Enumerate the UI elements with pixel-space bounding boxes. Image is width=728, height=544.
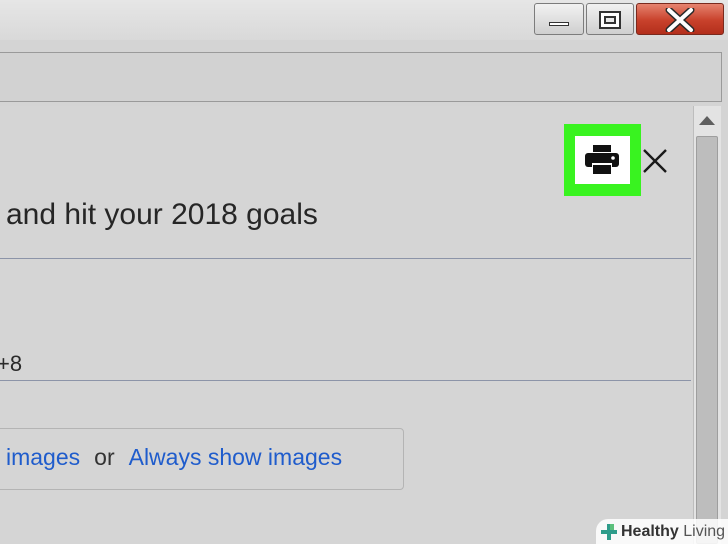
close-icon <box>665 8 695 32</box>
divider <box>0 258 691 259</box>
browser-toolbar <box>0 52 722 102</box>
watermark: Healthy Living <box>596 519 728 544</box>
printer-icon <box>585 145 619 175</box>
print-button[interactable] <box>575 136 630 184</box>
scroll-thumb[interactable] <box>696 136 718 544</box>
minimize-button[interactable] <box>534 3 584 35</box>
plus-leaf-icon <box>601 523 617 540</box>
maximize-button[interactable] <box>586 3 634 35</box>
window-close-button[interactable] <box>636 3 724 35</box>
email-subject: and hit your 2018 goals <box>6 198 318 231</box>
show-images-link[interactable]: images <box>6 444 80 470</box>
images-blocked-message: images or Always show images <box>6 444 342 471</box>
divider <box>0 380 691 381</box>
scroll-up-icon[interactable] <box>699 116 715 125</box>
vertical-scrollbar[interactable] <box>693 106 721 544</box>
close-x-icon[interactable] <box>641 147 669 175</box>
watermark-text: Healthy Living <box>621 523 725 541</box>
always-show-images-link[interactable]: Always show images <box>129 444 342 470</box>
maximize-icon <box>599 11 621 29</box>
watermark-brand-light: Living <box>678 522 726 540</box>
watermark-brand-bold: Healthy <box>621 522 679 540</box>
minimize-icon <box>549 22 569 26</box>
or-separator: or <box>94 444 115 470</box>
window-titlebar <box>0 0 728 40</box>
sender-info: +8 <box>0 351 23 376</box>
print-button-highlight[interactable] <box>564 124 641 196</box>
